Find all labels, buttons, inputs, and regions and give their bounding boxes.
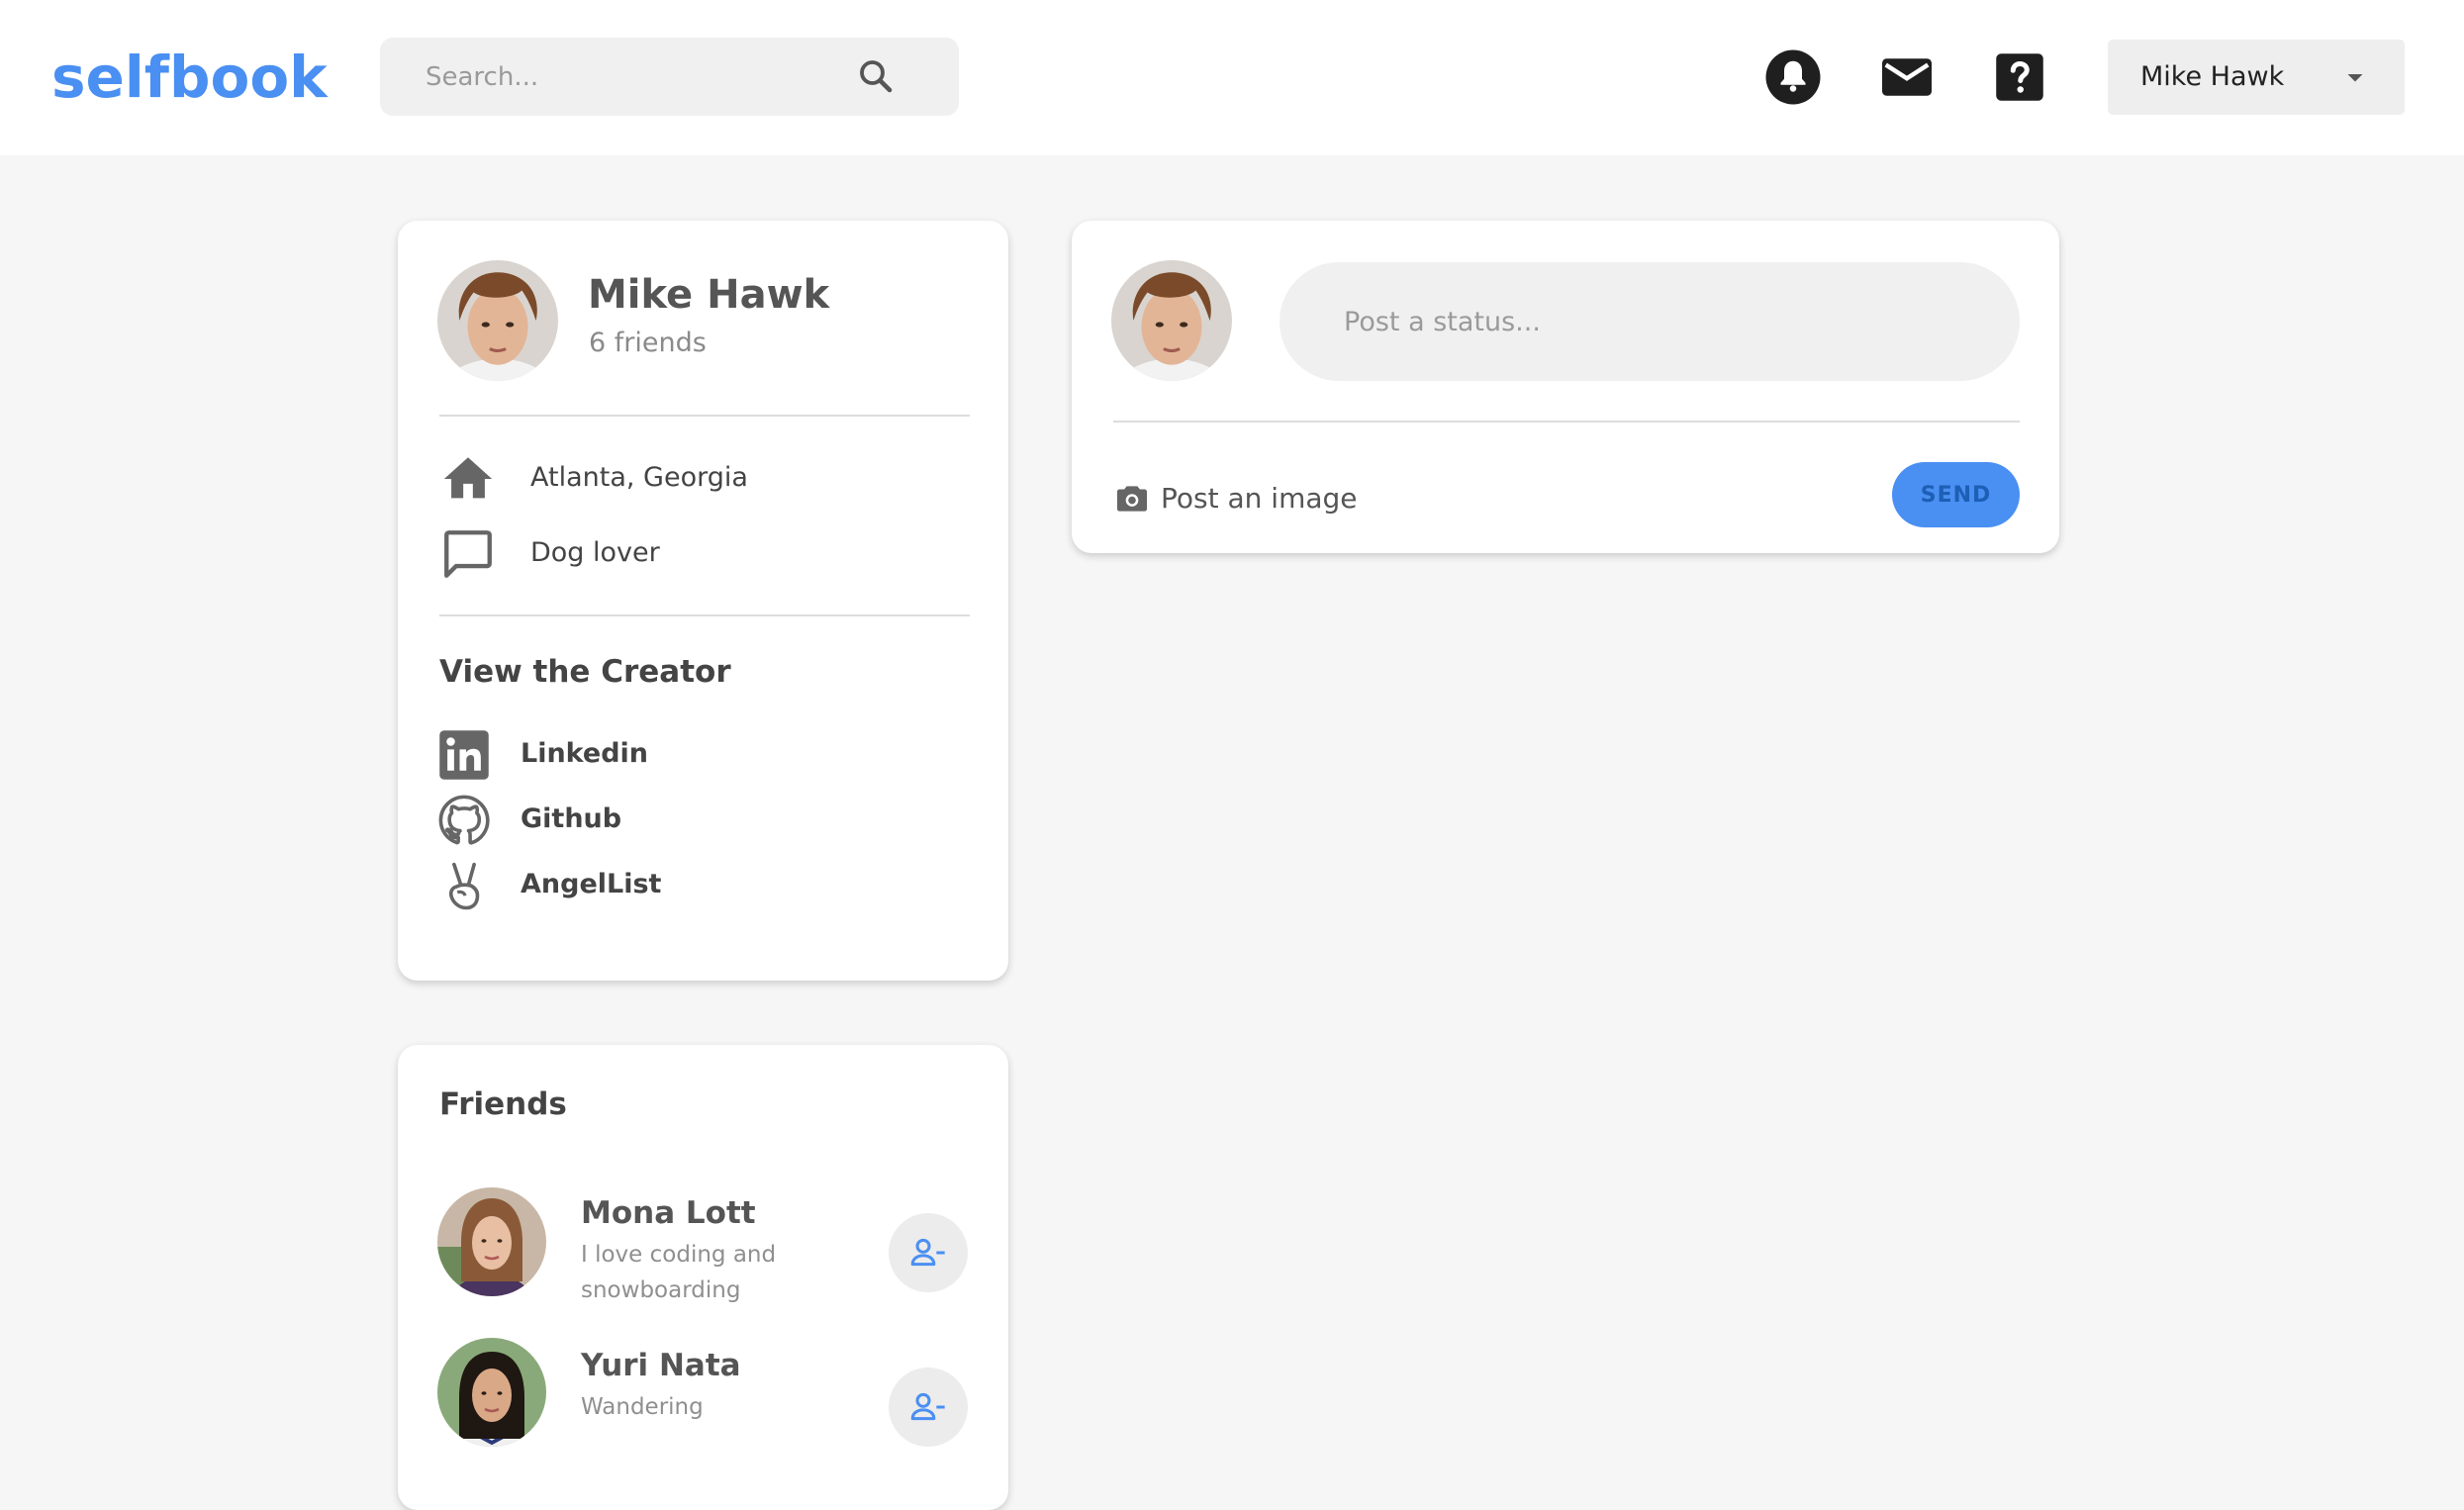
remove-friend-button[interactable]	[889, 1368, 968, 1447]
github-link[interactable]: Github	[437, 794, 992, 849]
location-text: Atlanta, Georgia	[530, 462, 748, 493]
profile-name[interactable]: Mike Hawk	[588, 272, 829, 318]
user-menu-dropdown[interactable]: Mike Hawk	[2108, 40, 2405, 115]
friends-card: Friends Mona Lott I love coding and snow…	[398, 1045, 1008, 1510]
friend-description: Wandering	[581, 1394, 704, 1420]
notifications-icon[interactable]	[1763, 47, 1823, 107]
remove-friend-button[interactable]	[889, 1213, 968, 1292]
friend-name[interactable]: Yuri Nata	[581, 1348, 741, 1383]
camera-icon	[1116, 486, 1148, 512]
profile-card: Mike Hawk 6 friends Atlanta, Georgia Dog…	[398, 221, 1008, 981]
mail-icon[interactable]	[1877, 47, 1937, 107]
bio-text: Dog lover	[530, 537, 660, 568]
help-icon[interactable]	[1990, 47, 2049, 107]
bio-row: Dog lover	[439, 525, 994, 585]
search-input[interactable]	[426, 38, 851, 116]
angellist-icon	[448, 862, 480, 910]
person-remove-icon	[910, 1238, 945, 1267]
home-icon	[443, 457, 493, 499]
angellist-label: AngelList	[521, 869, 662, 899]
divider	[439, 614, 970, 616]
app-logo[interactable]: selfbook	[51, 38, 328, 117]
top-navbar: selfbook Mike Hawk	[0, 0, 2464, 155]
profile-friend-count: 6 friends	[589, 328, 707, 358]
friend-avatar[interactable]	[437, 1338, 546, 1447]
person-remove-icon	[910, 1392, 945, 1421]
angellist-link[interactable]: AngelList	[437, 859, 992, 914]
friends-title: Friends	[439, 1086, 567, 1122]
friend-item: Yuri Nata Wandering	[437, 1334, 972, 1447]
github-icon	[438, 795, 490, 845]
chevron-down-icon	[2347, 74, 2363, 82]
search-icon[interactable]	[855, 55, 897, 97]
status-input[interactable]	[1279, 262, 2020, 381]
post-status-card: Post an image SEND	[1072, 221, 2059, 553]
github-label: Github	[521, 803, 622, 834]
view-creator-title: View the Creator	[439, 654, 731, 690]
send-button[interactable]: SEND	[1892, 462, 2020, 527]
friend-name[interactable]: Mona Lott	[581, 1195, 756, 1231]
friend-item: Mona Lott I love coding and snowboarding	[437, 1181, 972, 1303]
search-bar	[380, 38, 959, 116]
profile-avatar[interactable]	[437, 260, 558, 381]
linkedin-icon	[439, 730, 489, 780]
friend-description: I love coding and snowboarding	[581, 1242, 777, 1303]
linkedin-label: Linkedin	[521, 738, 649, 769]
location-row: Atlanta, Georgia	[439, 450, 994, 510]
divider	[1113, 421, 2020, 423]
friend-avatar[interactable]	[437, 1187, 546, 1296]
user-menu-name: Mike Hawk	[2140, 61, 2285, 92]
chat-bubble-icon	[444, 530, 492, 578]
post-image-button[interactable]: Post an image	[1113, 476, 1390, 521]
linkedin-link[interactable]: Linkedin	[437, 728, 992, 784]
divider	[439, 415, 970, 417]
post-image-label: Post an image	[1161, 482, 1358, 515]
composer-avatar[interactable]	[1111, 260, 1232, 381]
